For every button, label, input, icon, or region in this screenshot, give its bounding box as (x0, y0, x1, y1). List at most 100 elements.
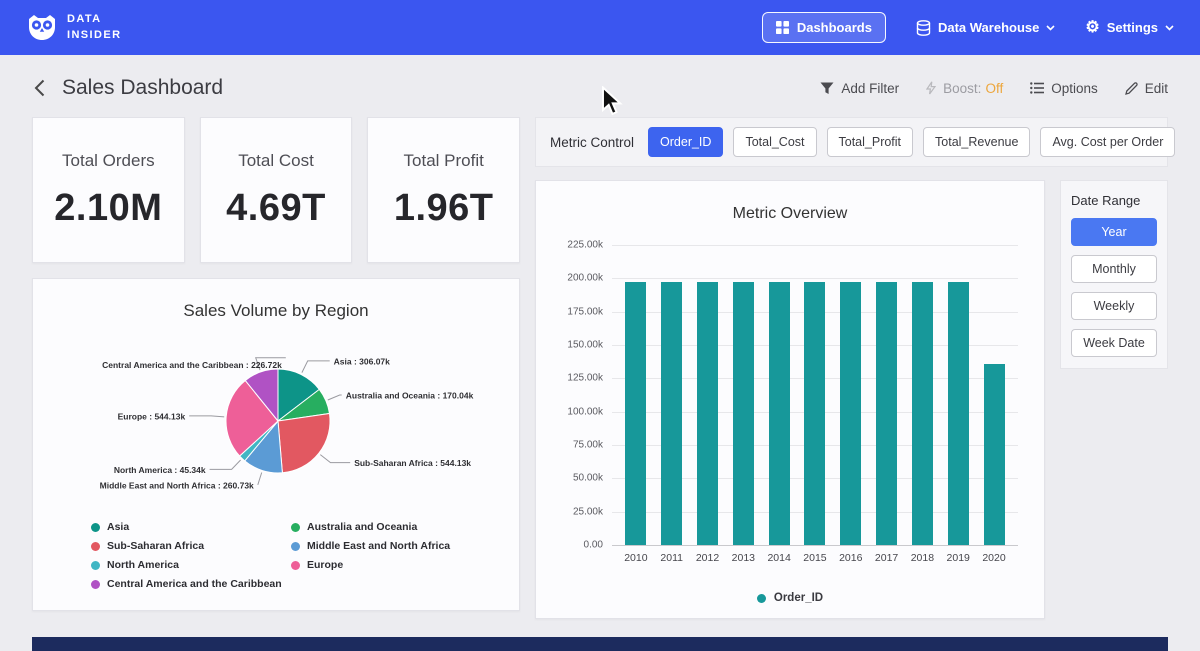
metric-button-order-id[interactable]: Order_ID (648, 127, 723, 157)
kpi-card-total-orders: Total Orders 2.10M (32, 117, 185, 263)
legend-dot-icon (291, 561, 300, 570)
header-actions: Add Filter Boost: Off Options Edit (820, 81, 1168, 96)
x-axis-label: 2020 (976, 552, 1012, 564)
x-axis-label: 2019 (940, 552, 976, 564)
edit-button[interactable]: Edit (1125, 81, 1168, 96)
bar-column (761, 282, 797, 545)
options-label: Options (1051, 81, 1098, 96)
pie-slice-label: Europe : 544.13k (118, 411, 186, 421)
add-filter-button[interactable]: Add Filter (820, 81, 899, 96)
owl-logo-icon (26, 13, 58, 43)
boost-label: Boost: (943, 81, 981, 96)
back-button[interactable] (32, 77, 47, 99)
x-axis-label: 2014 (761, 552, 797, 564)
pie-label-leader (302, 361, 330, 373)
metric-button-total-cost[interactable]: Total_Cost (733, 127, 816, 157)
pie-label-leader (320, 455, 350, 463)
pie-slice-label: Middle East and North Africa : 260.73k (100, 480, 254, 490)
pie-chart-card: Sales Volume by Region Asia : 306.07k Aus… (32, 278, 520, 611)
pie-legend-item: Europe (291, 559, 491, 571)
metric-control-label: Metric Control (550, 135, 634, 150)
legend-dot-icon (91, 523, 100, 532)
metric-button-total-profit[interactable]: Total_Profit (827, 127, 914, 157)
app-logo: DATA INSIDER (26, 12, 121, 43)
data-warehouse-menu[interactable]: Data Warehouse (916, 20, 1055, 36)
pie-legend-label: Asia (107, 521, 129, 533)
dashboards-label: Dashboards (797, 20, 872, 35)
y-axis-tick-label: 150.00k (567, 340, 603, 351)
chevron-down-icon (1165, 25, 1174, 31)
x-axis-label: 2012 (690, 552, 726, 564)
boost-toggle[interactable]: Boost: Off (926, 81, 1003, 96)
pie-legend-column: Asia Sub-Saharan Africa North America Centr… (91, 521, 291, 597)
logo-text: DATA INSIDER (67, 12, 121, 43)
pie-slice-label: Sub-Saharan Africa : 544.13k (354, 458, 471, 468)
bar-column (725, 282, 761, 545)
options-button[interactable]: Options (1030, 81, 1098, 96)
pie-legend-item: Central America and the Caribbean (91, 578, 291, 590)
gear-icon: ⚙ (1085, 20, 1099, 36)
bar-2017 (876, 282, 897, 545)
top-navbar: DATA INSIDER Dashboards Data Warehouse ⚙… (0, 0, 1200, 55)
pie-legend-item: North America (91, 559, 291, 571)
x-axis-label: 2011 (654, 552, 690, 564)
logo-line1: DATA (67, 12, 121, 27)
bar-chart-body: 0.0025.00k50.00k75.00k100.00k125.00k150.… (612, 245, 1018, 564)
date-range-button-monthly[interactable]: Monthly (1071, 255, 1157, 283)
date-range-buttons: Year Monthly Weekly Week Date (1071, 218, 1157, 357)
metric-button-avg-cost-per-order[interactable]: Avg. Cost per Order (1040, 127, 1175, 157)
x-axis-label: 2018 (905, 552, 941, 564)
pie-slice-label: Central America and the Caribbean : 226.… (102, 360, 282, 370)
settings-menu[interactable]: ⚙ Settings (1085, 20, 1174, 36)
logo-line2: INSIDER (67, 28, 121, 43)
bar-2014 (769, 282, 790, 545)
pie-slice-label: North America : 45.34k (114, 465, 206, 475)
kpi-value: 1.96T (394, 187, 494, 230)
bar-2018 (912, 282, 933, 545)
bar-column (833, 282, 869, 545)
kpi-label: Total Profit (404, 151, 484, 171)
pie-legend-item: Asia (91, 521, 291, 533)
kpi-label: Total Cost (238, 151, 314, 171)
chart-row: Metric Overview 0.0025.00k50.00k75.00k10… (535, 180, 1168, 619)
date-range-button-weekly[interactable]: Weekly (1071, 292, 1157, 320)
bar-chart-title: Metric Overview (550, 205, 1030, 223)
bar-column (940, 282, 976, 545)
pie-label-leader (189, 416, 224, 417)
pie-legend-label: Central America and the Caribbean (107, 578, 282, 590)
pie-legend-item: Australia and Oceania (291, 521, 491, 533)
chevron-down-icon (1046, 25, 1055, 31)
x-axis-label: 2015 (797, 552, 833, 564)
date-range-button-year[interactable]: Year (1071, 218, 1157, 246)
dashboards-button[interactable]: Dashboards (762, 12, 886, 43)
pie-label-leader (328, 395, 342, 400)
bar-2010 (625, 282, 646, 545)
pie-legend-label: Australia and Oceania (307, 521, 417, 533)
bar-2011 (661, 282, 682, 545)
kpi-card-total-profit: Total Profit 1.96T (367, 117, 520, 263)
y-axis-tick-label: 75.00k (573, 440, 603, 451)
grid-icon (776, 21, 789, 34)
date-range-button-week-date[interactable]: Week Date (1071, 329, 1157, 357)
database-icon (916, 20, 931, 36)
dashboard-header: Sales Dashboard Add Filter Boost: Off Op… (0, 55, 1200, 117)
pie-chart-title: Sales Volume by Region (41, 301, 511, 321)
y-axis-tick-label: 0.00 (584, 540, 603, 551)
bar-column (976, 364, 1012, 545)
pie-slice-sub-saharan-africa (278, 414, 330, 473)
bar-x-labels: 2010201120122013201420152016201720182019… (612, 552, 1018, 564)
pie-legend: Asia Sub-Saharan Africa North America Centr… (91, 521, 511, 597)
pie-legend-label: Middle East and North Africa (307, 540, 450, 552)
x-axis-label: 2017 (869, 552, 905, 564)
metric-button-total-revenue[interactable]: Total_Revenue (923, 127, 1030, 157)
pie-legend-label: Sub-Saharan Africa (107, 540, 204, 552)
y-axis-tick-label: 100.00k (567, 406, 603, 417)
y-axis-tick-label: 200.00k (567, 273, 603, 284)
pencil-icon (1125, 82, 1138, 95)
pie-legend-label: North America (107, 559, 179, 571)
pie-slice-label: Asia : 306.07k (334, 356, 391, 366)
bar-chart-card: Metric Overview 0.0025.00k50.00k75.00k10… (535, 180, 1045, 619)
bar-column (905, 282, 941, 545)
add-filter-label: Add Filter (841, 81, 899, 96)
lightning-icon (926, 81, 936, 95)
